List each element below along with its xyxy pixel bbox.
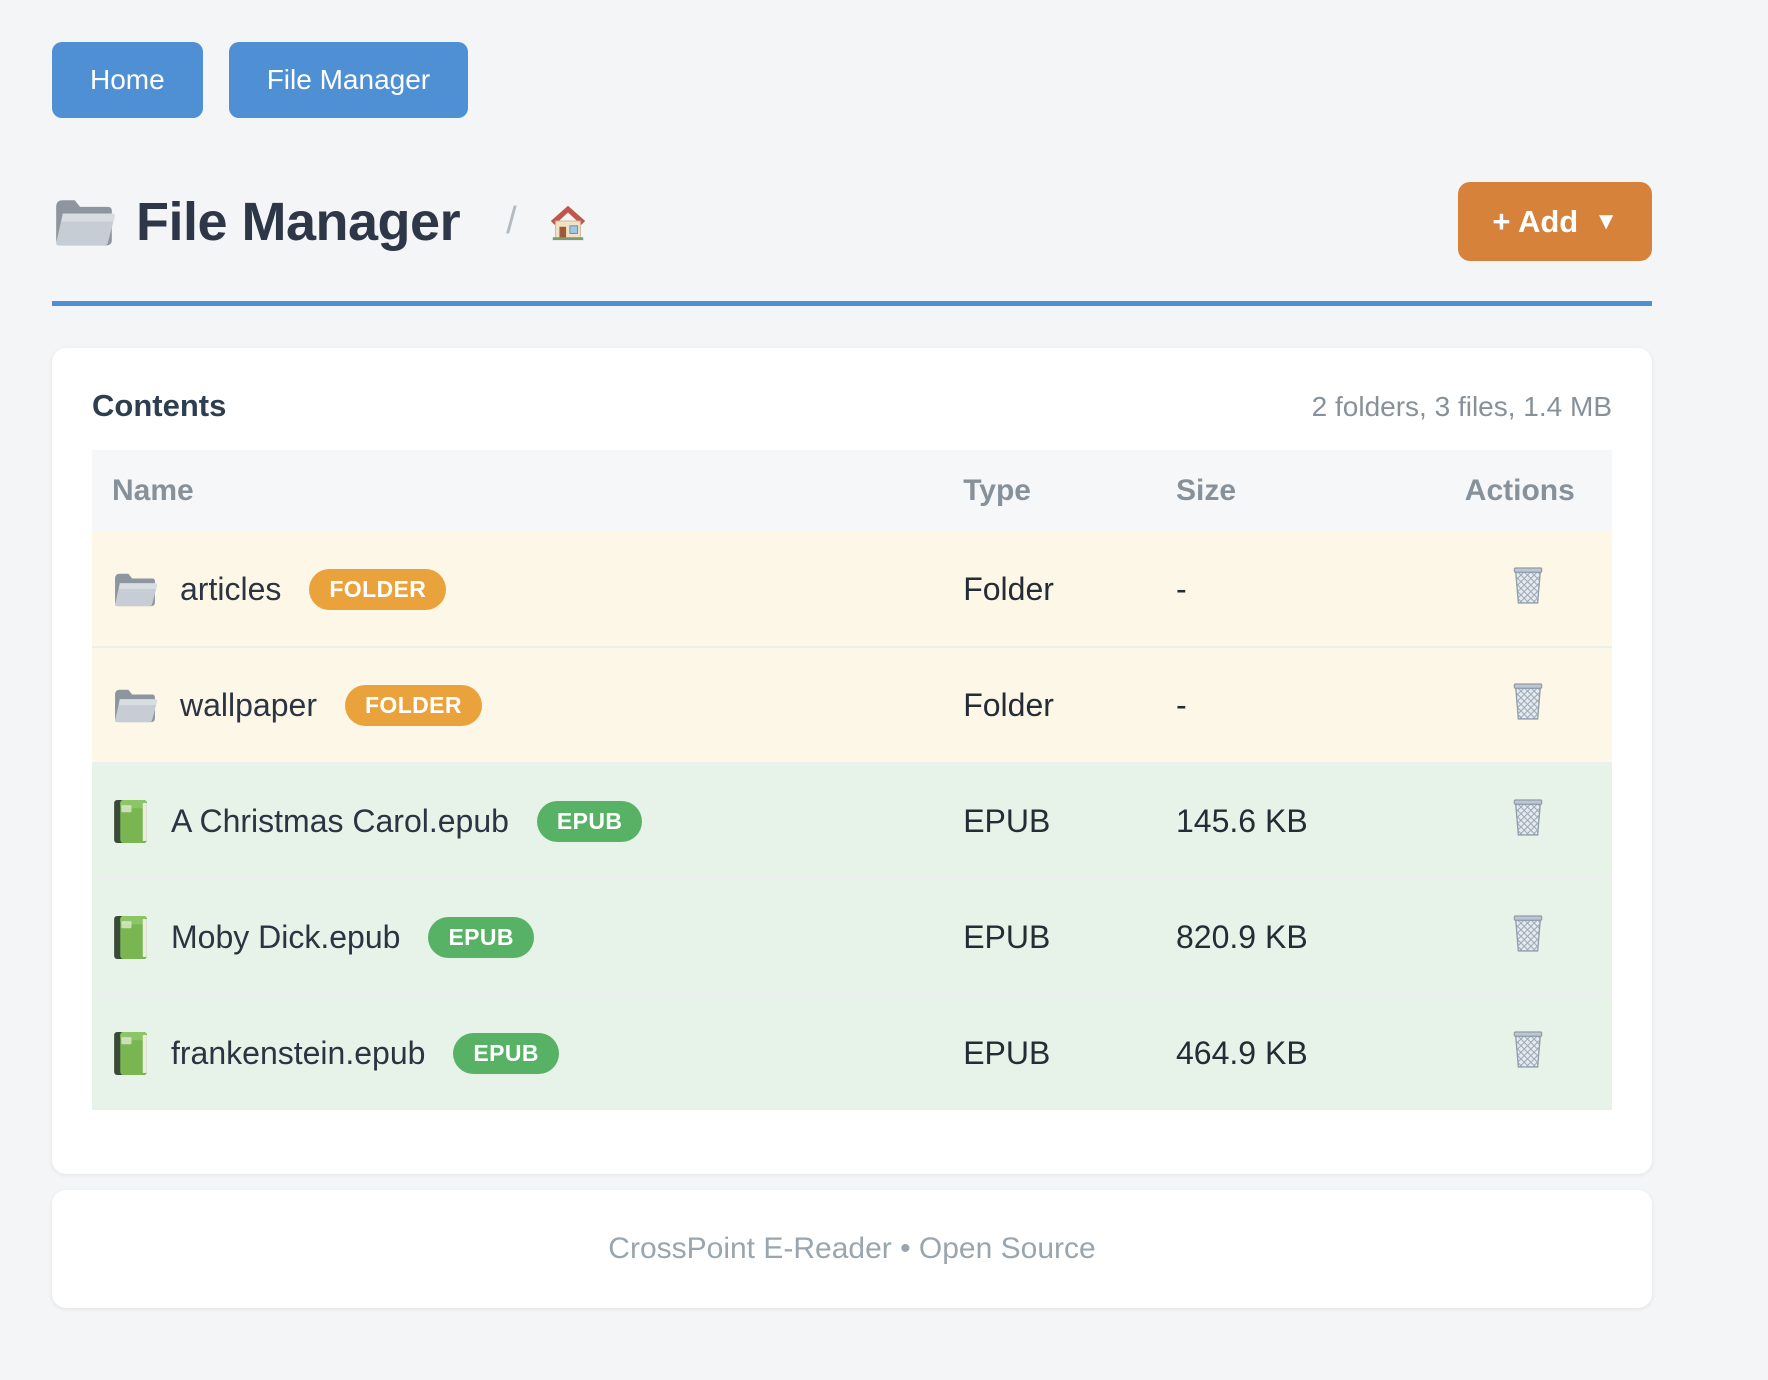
file-name: articles [180, 571, 281, 608]
column-header-actions: Actions [1445, 450, 1612, 532]
size-cell: - [1156, 532, 1445, 647]
table-row[interactable]: wallpaper FOLDER Folder - [92, 647, 1612, 763]
delete-button[interactable] [1511, 913, 1545, 953]
type-cell: EPUB [943, 879, 1156, 995]
chevron-down-icon: ▼ [1594, 210, 1618, 234]
home-button[interactable]: Home [52, 42, 203, 118]
file-name: wallpaper [180, 687, 317, 724]
table-header-row: Name Type Size Actions [92, 450, 1612, 532]
title-group: File Manager / [52, 191, 589, 253]
add-button-label: + Add [1492, 206, 1578, 237]
green-book-icon [112, 799, 149, 844]
file-name: frankenstein.epub [171, 1035, 425, 1072]
table-row[interactable]: articles FOLDER Folder - [92, 532, 1612, 647]
contents-card: Contents 2 folders, 3 files, 1.4 MB Name… [52, 348, 1652, 1174]
green-book-icon [112, 1031, 149, 1076]
open-folder-icon [52, 195, 116, 248]
epub-badge: EPUB [428, 917, 534, 958]
top-nav: Home File Manager [52, 42, 1652, 118]
type-cell: Folder [943, 647, 1156, 763]
page-header: File Manager / + Add ▼ [52, 182, 1652, 261]
type-cell: EPUB [943, 995, 1156, 1110]
file-name: Moby Dick.epub [171, 919, 400, 956]
folder-badge: FOLDER [345, 685, 482, 726]
column-header-name: Name [92, 450, 943, 532]
footer: CrossPoint E-Reader • Open Source [52, 1190, 1652, 1308]
size-cell: - [1156, 647, 1445, 763]
page-title: File Manager [136, 191, 460, 253]
type-cell: EPUB [943, 763, 1156, 879]
file-table: Name Type Size Actions articles FOLDER F… [92, 450, 1612, 1110]
green-book-icon [112, 915, 149, 960]
file-name: A Christmas Carol.epub [171, 803, 509, 840]
house-icon[interactable] [547, 202, 589, 242]
epub-badge: EPUB [453, 1033, 559, 1074]
size-cell: 464.9 KB [1156, 995, 1445, 1110]
folder-badge: FOLDER [309, 569, 446, 610]
table-row[interactable]: A Christmas Carol.epub EPUB EPUB 145.6 K… [92, 763, 1612, 879]
card-header: Contents 2 folders, 3 files, 1.4 MB [92, 388, 1612, 424]
header-divider [52, 301, 1652, 306]
delete-button[interactable] [1511, 797, 1545, 837]
delete-button[interactable] [1511, 1029, 1545, 1069]
size-cell: 820.9 KB [1156, 879, 1445, 995]
delete-button[interactable] [1511, 565, 1545, 605]
contents-summary: 2 folders, 3 files, 1.4 MB [1312, 391, 1612, 423]
file-manager-page: Home File Manager File Manager / + Add ▼… [52, 0, 1652, 1308]
column-header-size: Size [1156, 450, 1445, 532]
table-row[interactable]: Moby Dick.epub EPUB EPUB 820.9 KB [92, 879, 1612, 995]
delete-button[interactable] [1511, 681, 1545, 721]
card-title: Contents [92, 388, 226, 424]
footer-text: CrossPoint E-Reader • Open Source [608, 1232, 1095, 1266]
column-header-type: Type [943, 450, 1156, 532]
size-cell: 145.6 KB [1156, 763, 1445, 879]
gray-folder-icon [112, 570, 158, 608]
file-manager-button[interactable]: File Manager [229, 42, 468, 118]
add-button[interactable]: + Add ▼ [1458, 182, 1652, 261]
table-row[interactable]: frankenstein.epub EPUB EPUB 464.9 KB [92, 995, 1612, 1110]
epub-badge: EPUB [537, 801, 643, 842]
gray-folder-icon [112, 686, 158, 724]
type-cell: Folder [943, 532, 1156, 647]
breadcrumb-separator: / [506, 200, 517, 243]
